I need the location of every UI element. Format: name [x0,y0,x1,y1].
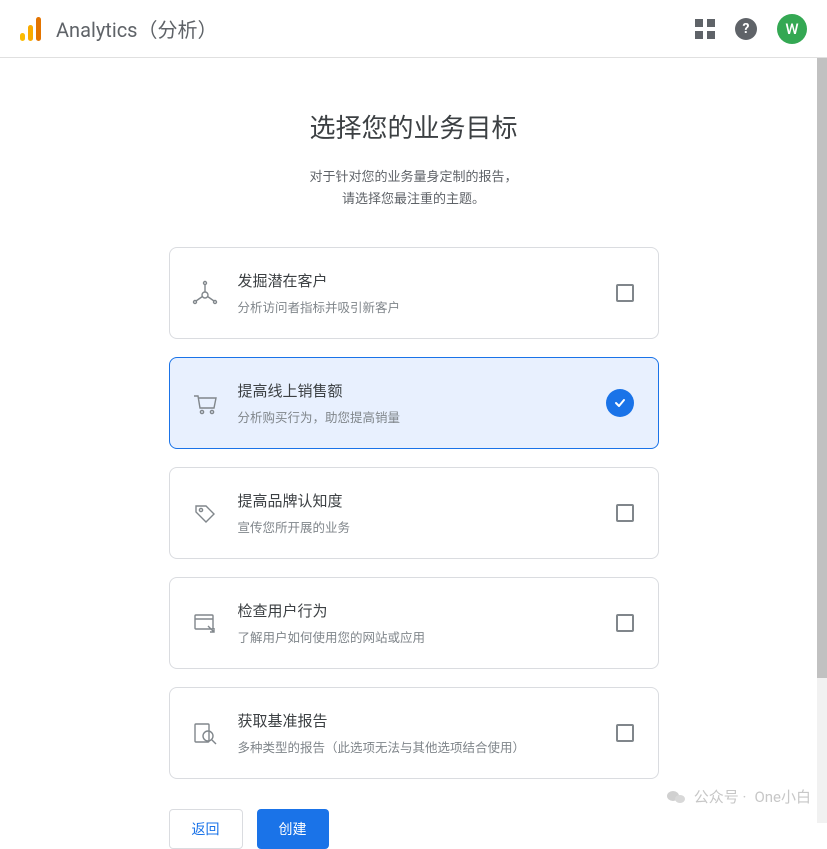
help-icon[interactable]: ? [735,18,757,40]
option-title: 获取基准报告 [238,710,616,731]
page-subtitle: 对于针对您的业务量身定制的报告， 请选择您最注重的主题。 [309,167,517,211]
cart-icon [190,388,230,418]
subtitle-line-1: 对于针对您的业务量身定制的报告， [309,167,517,189]
avatar[interactable]: W [777,14,807,44]
option-behavior[interactable]: 检查用户行为 了解用户如何使用您的网站或应用 [169,577,659,669]
watermark-name: One小白 [754,786,811,807]
subtitle-line-2: 请选择您最注重的主题。 [309,189,517,211]
option-desc: 了解用户如何使用您的网站或应用 [238,627,616,646]
create-button[interactable]: 创建 [257,809,329,849]
main: 选择您的业务目标 对于针对您的业务量身定制的报告， 请选择您最注重的主题。 发掘… [0,58,827,849]
option-text: 发掘潜在客户 分析访问者指标并吸引新客户 [230,270,616,316]
options-list: 发掘潜在客户 分析访问者指标并吸引新客户 提高线上销售额 分析购买行为，助您提高… [169,247,659,779]
watermark: 公众号 · One小白 [666,786,811,807]
analytics-logo-icon [20,17,42,41]
option-baseline[interactable]: 获取基准报告 多种类型的报告（此选项无法与其他选项结合使用） [169,687,659,779]
checkbox[interactable] [616,724,634,742]
topbar: Analytics（分析） ? W [0,0,827,58]
brand-title: Analytics（分析） [56,14,218,43]
back-button[interactable]: 返回 [169,809,243,849]
option-title: 发掘潜在客户 [238,270,616,291]
checkbox[interactable] [616,284,634,302]
magnify-icon [190,718,230,748]
brand: Analytics（分析） [20,14,218,43]
option-desc: 分析购买行为，助您提高销量 [238,407,606,426]
option-text: 提高品牌认知度 宣传您所开展的业务 [230,490,616,536]
tag-icon [190,498,230,528]
scrollbar[interactable] [817,58,827,823]
option-desc: 分析访问者指标并吸引新客户 [238,297,616,316]
checkmark-icon [613,396,627,410]
option-desc: 多种类型的报告（此选项无法与其他选项结合使用） [238,737,616,756]
wechat-icon [666,788,686,806]
page-title: 选择您的业务目标 [309,108,517,145]
apps-icon[interactable] [695,19,715,39]
browser-icon [190,608,230,638]
actions: 返回 创建 [169,809,659,849]
watermark-prefix: 公众号 · [694,786,747,807]
checkbox-checked[interactable] [606,389,634,417]
checkbox[interactable] [616,614,634,632]
leads-icon [190,278,230,308]
option-text: 提高线上销售额 分析购买行为，助您提高销量 [230,380,606,426]
option-text: 检查用户行为 了解用户如何使用您的网站或应用 [230,600,616,646]
option-sales[interactable]: 提高线上销售额 分析购买行为，助您提高销量 [169,357,659,449]
topbar-right: ? W [695,14,807,44]
option-desc: 宣传您所开展的业务 [238,517,616,536]
option-leads[interactable]: 发掘潜在客户 分析访问者指标并吸引新客户 [169,247,659,339]
option-title: 检查用户行为 [238,600,616,621]
option-title: 提高品牌认知度 [238,490,616,511]
checkbox[interactable] [616,504,634,522]
option-brand[interactable]: 提高品牌认知度 宣传您所开展的业务 [169,467,659,559]
scrollbar-thumb[interactable] [817,58,827,678]
option-text: 获取基准报告 多种类型的报告（此选项无法与其他选项结合使用） [230,710,616,756]
option-title: 提高线上销售额 [238,380,606,401]
